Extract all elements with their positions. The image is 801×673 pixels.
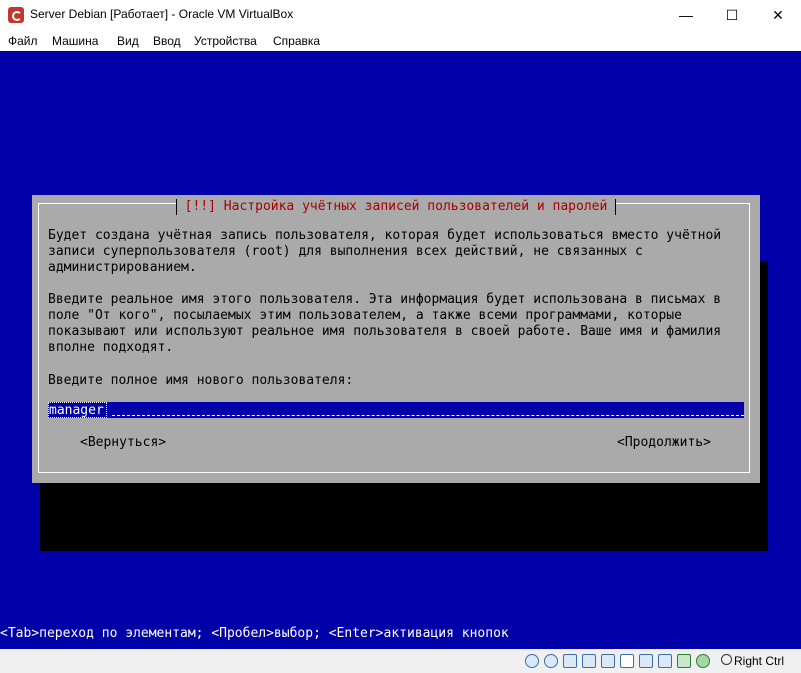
vm-display[interactable]: [!!] Настройка учётных записей пользоват… (0, 51, 801, 649)
minimize-icon: — (679, 7, 693, 23)
close-button[interactable]: ✕ (755, 0, 801, 30)
input-prompt: Введите полное имя нового пользователя: (48, 373, 354, 388)
network-icon[interactable] (582, 654, 596, 668)
continue-button[interactable]: <Продолжить> (617, 435, 711, 451)
display-icon[interactable] (639, 654, 653, 668)
installer-dialog: [!!] Настройка учётных записей пользоват… (32, 195, 760, 483)
menu-machine[interactable]: Машина (52, 34, 98, 48)
menu-file[interactable]: Файл (8, 34, 38, 48)
virtualbox-icon (8, 7, 24, 23)
menu-view[interactable]: Вид (117, 34, 139, 48)
mouse-integration-icon[interactable] (721, 654, 732, 665)
audio-icon[interactable] (563, 654, 577, 668)
maximize-button[interactable]: ☐ (709, 0, 755, 30)
cpu-icon[interactable] (696, 654, 710, 668)
full-name-input[interactable]: manager (48, 402, 744, 418)
status-bar: Right Ctrl (0, 649, 801, 673)
shared-folders-icon[interactable] (620, 654, 634, 668)
close-icon: ✕ (772, 6, 784, 23)
recording-icon[interactable] (677, 654, 691, 668)
minimize-button[interactable]: — (663, 0, 709, 30)
usb-icon[interactable] (601, 654, 615, 668)
dialog-instructions: Введите реальное имя этого пользователя.… (48, 292, 722, 355)
back-button[interactable]: <Вернуться> (80, 435, 166, 451)
menu-bar: Файл Машина Вид Ввод Устройства Справка (0, 30, 801, 51)
help-line: <Tab>переход по элементам; <Пробел>выбор… (0, 626, 509, 641)
menu-help[interactable]: Справка (273, 34, 320, 48)
window-title: Server Debian [Работает] - Oracle VM Vir… (30, 7, 294, 21)
full-name-value: manager (48, 402, 107, 418)
dialog-description: Будет создана учётная запись пользовател… (48, 228, 722, 275)
input-underline (112, 415, 744, 416)
video-capture-icon[interactable] (658, 654, 672, 668)
maximize-icon: ☐ (725, 6, 739, 23)
optical-drive-icon[interactable] (544, 654, 558, 668)
menu-input[interactable]: Ввод (153, 34, 181, 48)
dialog-title-wrap: [!!] Настройка учётных записей пользоват… (32, 195, 760, 215)
window-titlebar: Server Debian [Работает] - Oracle VM Vir… (0, 0, 801, 30)
dialog-title: [!!] Настройка учётных записей пользоват… (175, 199, 617, 215)
menu-devices[interactable]: Устройства (194, 34, 257, 48)
hard-disk-icon[interactable] (525, 654, 539, 668)
host-key-label: Right Ctrl (734, 654, 785, 668)
